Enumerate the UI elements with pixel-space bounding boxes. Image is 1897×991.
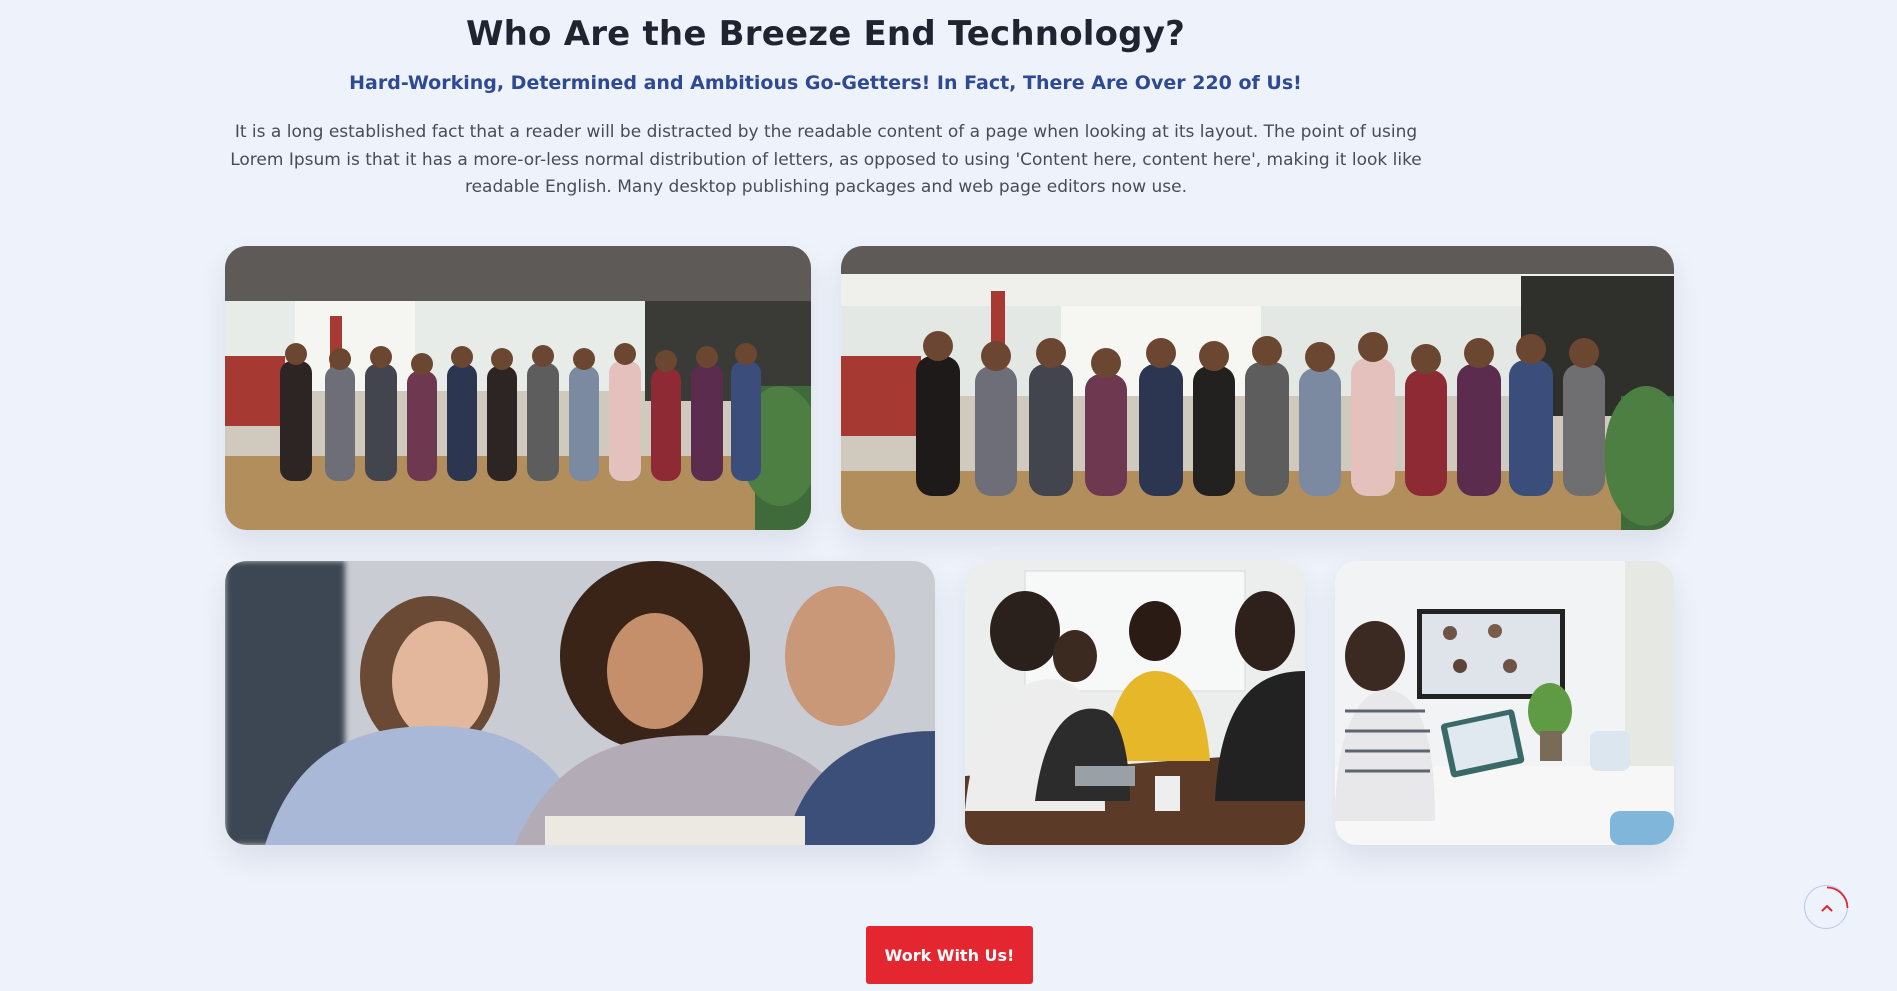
team-meeting-photo xyxy=(965,561,1305,845)
colleagues-at-desk-photo xyxy=(225,561,935,845)
team-group-photo xyxy=(225,246,811,530)
section-intro-text: It is a long established fact that a rea… xyxy=(230,122,1422,197)
back-to-top-button[interactable] xyxy=(1804,885,1849,929)
chevron-up-icon xyxy=(1821,886,1849,912)
section-title: Who Are the Breeze End Technology? xyxy=(465,14,1186,54)
about-team-section: Who Are the Breeze End Technology? Hard-… xyxy=(0,0,1897,991)
video-conference-photo xyxy=(1335,561,1674,845)
team-group-photo-wide xyxy=(841,246,1674,530)
work-with-us-button[interactable]: Work With Us! xyxy=(866,926,1033,984)
section-subtitle: Hard-Working, Determined and Ambitious G… xyxy=(349,72,1302,94)
